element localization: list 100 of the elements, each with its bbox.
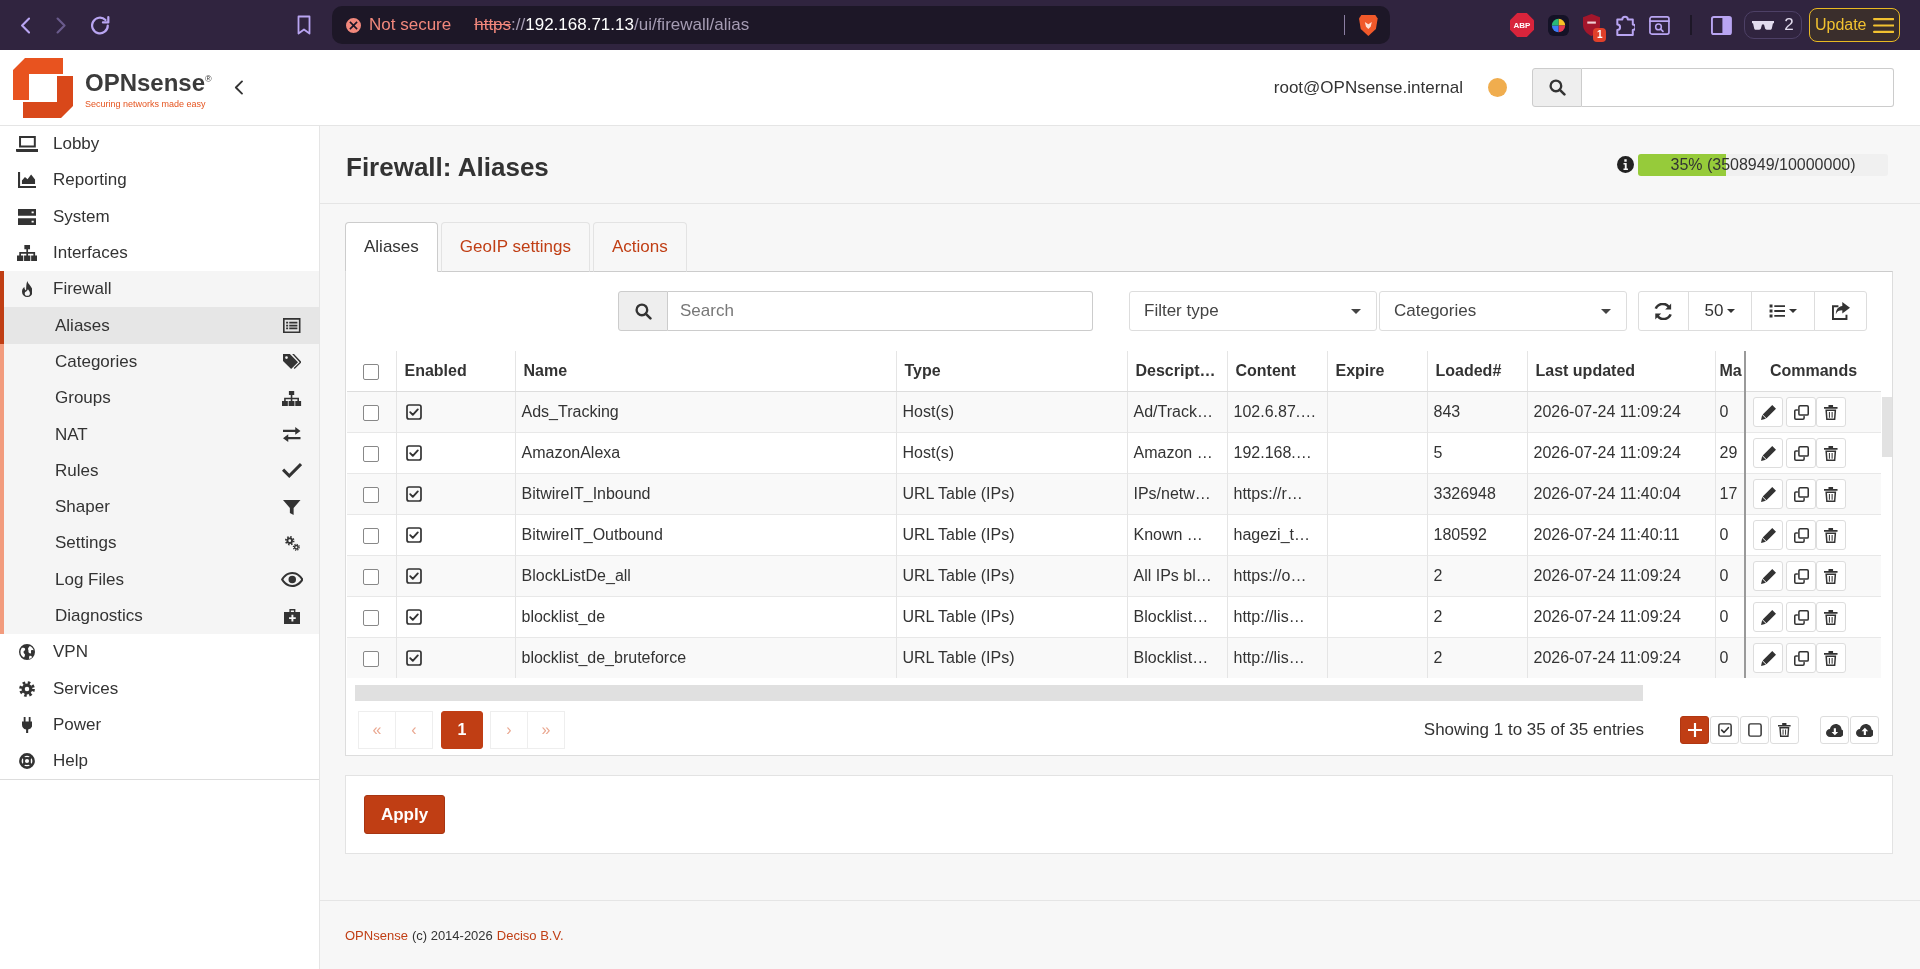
sidebar-panel-icon[interactable] [1711, 15, 1732, 35]
column-header[interactable]: Ma [1715, 351, 1745, 392]
enabled-checkbox[interactable] [405, 568, 422, 584]
page-size-button[interactable]: 50 [1688, 291, 1752, 331]
row-checkbox[interactable] [363, 445, 380, 462]
address-bar[interactable]: Not secure https://192.168.71.13/ui/firewall/alias [332, 6, 1390, 44]
browser-shield-icon[interactable] [1359, 14, 1378, 36]
enabled-checkbox[interactable] [405, 404, 422, 420]
edit-button[interactable] [1753, 643, 1783, 673]
column-header[interactable]: Loaded# [1427, 351, 1527, 392]
edit-button[interactable] [1753, 561, 1783, 591]
submenu-item[interactable]: Settings [0, 525, 319, 562]
row-checkbox[interactable] [363, 404, 380, 421]
sidebar-item[interactable]: Reporting [0, 162, 319, 199]
search-input[interactable]: Search [668, 291, 1093, 331]
security-button[interactable]: Not secure [346, 15, 452, 35]
enabled-checkbox[interactable] [405, 527, 422, 543]
delete-button[interactable] [1816, 397, 1846, 427]
info-icon[interactable] [1617, 156, 1634, 173]
sidebar-item[interactable]: Services [0, 670, 319, 707]
upload-button[interactable] [1850, 716, 1879, 744]
counter-button[interactable]: 2 [1743, 11, 1802, 39]
edit-button[interactable] [1753, 520, 1783, 550]
column-header[interactable]: Descript… [1127, 351, 1227, 392]
puzzle-icon[interactable] [1614, 14, 1636, 36]
row-checkbox[interactable] [363, 486, 380, 503]
tab[interactable]: GeoIP settings [440, 222, 590, 272]
edit-button[interactable] [1753, 479, 1783, 509]
select-all-checkbox[interactable] [363, 363, 380, 380]
tab[interactable]: Aliases [345, 222, 438, 272]
copy-button[interactable] [1786, 643, 1816, 673]
deselect-button[interactable] [1740, 716, 1769, 744]
row-checkbox[interactable] [363, 568, 380, 585]
page-button[interactable]: 1 [441, 711, 483, 749]
search-button[interactable] [1532, 68, 1582, 107]
columns-button[interactable] [1751, 291, 1815, 331]
sidebar-item[interactable]: System [0, 198, 319, 235]
export-button[interactable] [1814, 291, 1867, 331]
edit-button[interactable] [1753, 397, 1783, 427]
delete-button[interactable] [1816, 438, 1846, 468]
submenu-item[interactable]: Rules [0, 452, 319, 489]
copy-button[interactable] [1786, 397, 1816, 427]
filter-dropdown[interactable]: Categories [1379, 291, 1627, 331]
column-header[interactable]: Last updated [1527, 351, 1715, 392]
column-header[interactable]: Type [896, 351, 1127, 392]
column-header[interactable]: Expire [1327, 351, 1427, 392]
sidebar-item[interactable]: Power [0, 706, 319, 744]
row-checkbox[interactable] [363, 609, 380, 626]
copy-button[interactable] [1786, 602, 1816, 632]
submenu-item[interactable]: Diagnostics [0, 597, 319, 635]
update-button[interactable]: Update [1808, 8, 1900, 42]
submenu-item[interactable]: Aliases [0, 307, 319, 344]
search-button[interactable] [618, 291, 668, 331]
collapse-button[interactable] [233, 80, 244, 95]
enabled-checkbox[interactable] [405, 486, 422, 502]
edit-button[interactable] [1753, 438, 1783, 468]
delete-button[interactable] [1816, 643, 1846, 673]
filter-dropdown[interactable]: Filter type [1129, 291, 1377, 331]
sidebar-item[interactable]: VPN [0, 634, 319, 671]
footer-link[interactable]: Deciso B.V. [496, 927, 564, 943]
copy-button[interactable] [1786, 438, 1816, 468]
extension-button[interactable]: ABP [1510, 13, 1534, 37]
user-name[interactable]: root@OPNsense.internal [1273, 77, 1463, 98]
submenu-item[interactable]: Categories [0, 343, 319, 381]
copy-button[interactable] [1786, 520, 1816, 550]
submenu-item[interactable]: Log Files [0, 561, 319, 598]
column-header[interactable]: Content [1227, 351, 1327, 392]
tab[interactable]: Actions [593, 222, 687, 272]
window-search-icon[interactable] [1649, 15, 1671, 35]
sidebar-item[interactable]: Lobby [0, 126, 319, 163]
sidebar-item[interactable]: Interfaces [0, 234, 319, 272]
delete-button[interactable] [1770, 716, 1799, 744]
row-checkbox[interactable] [363, 650, 380, 667]
enabled-checkbox[interactable] [405, 445, 422, 461]
apply-button[interactable]: Apply [364, 795, 445, 834]
search-input[interactable] [1582, 68, 1894, 107]
edit-button[interactable] [1753, 602, 1783, 632]
enabled-checkbox[interactable] [405, 650, 422, 666]
select-all-button[interactable] [1710, 716, 1739, 744]
footer-link[interactable]: OPNsense [345, 927, 408, 943]
column-header[interactable]: Enabled [396, 351, 515, 392]
delete-button[interactable] [1816, 602, 1846, 632]
color-wheel-icon[interactable] [1548, 14, 1569, 36]
submenu-item[interactable]: NAT [0, 416, 319, 453]
submenu-item[interactable]: Shaper [0, 488, 319, 526]
delete-button[interactable] [1816, 520, 1846, 550]
scrollbar-thumb[interactable] [355, 685, 1643, 701]
delete-button[interactable] [1816, 479, 1846, 509]
delete-button[interactable] [1816, 561, 1846, 591]
copy-button[interactable] [1786, 479, 1816, 509]
refresh-button[interactable] [1638, 291, 1689, 331]
sidebar-item[interactable]: Help [0, 743, 319, 780]
sidebar-item[interactable]: Firewall [0, 271, 319, 308]
download-button[interactable] [1820, 716, 1849, 744]
submenu-item[interactable]: Groups [0, 380, 319, 417]
add-button[interactable] [1680, 716, 1709, 744]
enabled-checkbox[interactable] [405, 609, 422, 625]
copy-button[interactable] [1786, 561, 1816, 591]
column-header[interactable]: Name [515, 351, 896, 392]
scrollbar-thumb[interactable] [1882, 397, 1892, 457]
